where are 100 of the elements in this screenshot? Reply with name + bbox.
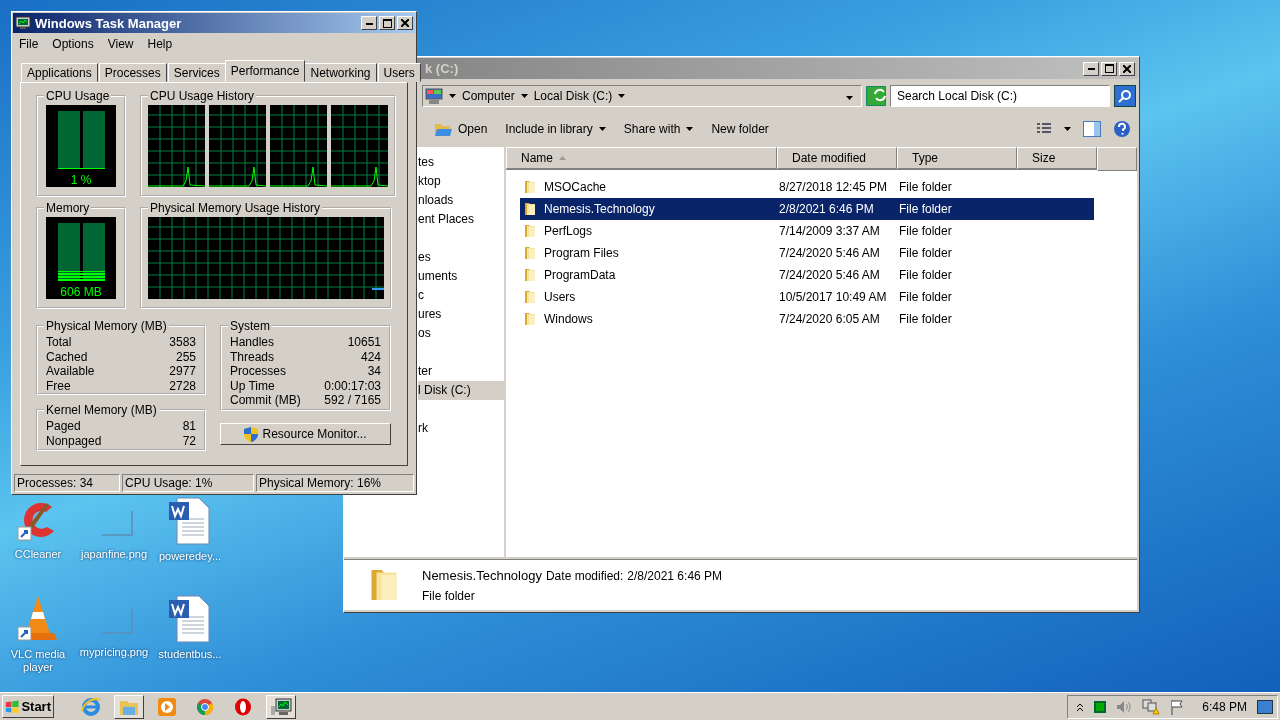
file-type: File folder xyxy=(899,246,952,260)
preview-pane-icon[interactable] xyxy=(1083,121,1101,137)
tab[interactable]: Networking xyxy=(304,63,377,82)
network-warning-icon[interactable] xyxy=(1142,698,1161,715)
nav-item[interactable]: rk xyxy=(418,419,504,438)
file-row[interactable]: MSOCache 8/27/2018 12:45 PM File folder xyxy=(520,176,1094,198)
toolbar-button[interactable]: Open xyxy=(434,121,488,137)
file-row[interactable]: Program Files 7/24/2020 5:46 AM File folder xyxy=(520,242,1094,264)
icon-label: japanfine.png xyxy=(80,548,148,561)
nav-item[interactable]: nloads xyxy=(418,191,504,210)
nav-item[interactable]: l Disk (C:) xyxy=(418,381,504,400)
breadcrumb-item[interactable]: Computer xyxy=(462,89,515,103)
menu-item[interactable]: Options xyxy=(52,37,94,53)
refresh-icon xyxy=(873,88,887,102)
meter-reading: 606 MB xyxy=(60,285,102,299)
close-button[interactable] xyxy=(1119,61,1135,76)
tab[interactable]: Applications xyxy=(21,63,98,82)
nav-item[interactable]: c xyxy=(418,286,504,305)
toolbar-button[interactable]: Share with xyxy=(623,122,694,136)
tab[interactable]: Performance xyxy=(224,60,306,82)
file-row[interactable]: Nemesis.Technology 2/8/2021 6:46 PM File folder xyxy=(520,198,1094,220)
file-type: File folder xyxy=(899,180,952,194)
nav-item[interactable]: es xyxy=(418,248,504,267)
nav-item[interactable]: ures xyxy=(418,305,504,324)
folder-icon xyxy=(522,223,538,239)
file-row[interactable]: PerfLogs 7/14/2009 3:37 AM File folder xyxy=(520,220,1094,242)
status-icon[interactable] xyxy=(1094,700,1107,713)
group-title: System xyxy=(229,319,271,333)
menu-item[interactable]: Help xyxy=(147,37,173,53)
folder-icon xyxy=(522,179,538,195)
minimize-button[interactable] xyxy=(361,16,377,30)
refresh-button[interactable] xyxy=(866,86,886,106)
nav-item[interactable]: ktop xyxy=(418,172,504,191)
opera-icon xyxy=(234,697,252,716)
stat-value: 255 xyxy=(174,349,196,364)
column-header[interactable]: Type xyxy=(897,147,1017,169)
file-date: 10/5/2017 10:49 AM xyxy=(779,290,888,304)
file-row[interactable]: Users 10/5/2017 10:49 AM File folder xyxy=(520,286,1094,308)
group-title: Memory xyxy=(45,201,91,215)
monitor-icon xyxy=(270,697,292,716)
minimize-button[interactable] xyxy=(1083,61,1099,76)
search-button[interactable] xyxy=(1114,85,1136,107)
taskbar-button[interactable] xyxy=(266,694,296,719)
tab[interactable]: Users xyxy=(377,63,421,82)
folder-icon xyxy=(522,201,538,217)
traffic-cone-icon[interactable] xyxy=(16,595,60,643)
windows-logo-icon xyxy=(5,698,20,715)
file-row[interactable]: ProgramData 7/24/2020 5:46 AM File folder xyxy=(520,264,1094,286)
maximize-button[interactable] xyxy=(379,16,395,30)
toolbar-button[interactable]: Include in library xyxy=(505,122,606,136)
close-button[interactable] xyxy=(397,16,413,30)
help-icon[interactable] xyxy=(1113,120,1131,138)
folder-icon xyxy=(522,289,538,305)
status-text: Processes: 34 xyxy=(14,474,120,492)
column-header[interactable]: Date modified xyxy=(777,147,897,169)
nav-item[interactable]: ter xyxy=(418,362,504,381)
stat-value: 592 / 7165 xyxy=(324,393,381,408)
details-name: Nemesis.Technology xyxy=(422,567,542,583)
show-desktop-icon[interactable] xyxy=(1257,699,1273,714)
view-icon[interactable] xyxy=(1036,122,1052,136)
group-title: CPU Usage History xyxy=(149,89,256,103)
stat-value: 10651 xyxy=(346,335,381,350)
nav-item[interactable]: tes xyxy=(418,153,504,172)
start-button[interactable]: Start xyxy=(2,695,54,718)
caret-icon xyxy=(1064,127,1071,131)
status-text: CPU Usage: 1% xyxy=(122,474,254,492)
toolbar-button[interactable]: New folder xyxy=(711,122,769,136)
taskbar-button[interactable] xyxy=(114,694,144,719)
menu-item[interactable]: View xyxy=(107,37,134,53)
status-text: Physical Memory: 16% xyxy=(256,474,414,492)
search-field[interactable]: Search Local Disk (C:) xyxy=(890,85,1110,107)
file-name: ProgramData xyxy=(544,268,616,282)
breadcrumb-item[interactable]: Local Disk (C:) xyxy=(533,89,613,103)
nav-item[interactable]: os xyxy=(418,324,504,343)
stat-label: Commit (MB) xyxy=(230,393,302,408)
file-date: 8/27/2018 12:45 PM xyxy=(779,180,889,194)
file-row[interactable]: Windows 7/24/2020 6:05 AM File folder xyxy=(520,308,1094,330)
resource-monitor-button[interactable]: Resource Monitor... xyxy=(220,423,391,445)
stat-value: 424 xyxy=(359,349,381,364)
maximize-button[interactable] xyxy=(1101,61,1117,76)
details-value: 2/8/2021 6:46 PM xyxy=(627,568,723,583)
search-icon xyxy=(1118,89,1132,103)
tab[interactable]: Services xyxy=(167,63,226,82)
column-header[interactable]: Name xyxy=(506,147,777,169)
nav-item[interactable]: ent Places xyxy=(418,210,504,229)
chevron-up-icon[interactable] xyxy=(1076,701,1085,712)
word-document-icon[interactable] xyxy=(168,497,212,545)
word-document-icon[interactable] xyxy=(168,595,212,643)
address-bar[interactable]: Computer Local Disk (C:) xyxy=(422,85,862,107)
file-type: File folder xyxy=(899,202,952,216)
file-date: 7/24/2020 5:46 AM xyxy=(779,268,881,282)
nav-item[interactable]: uments xyxy=(418,267,504,286)
stat-value: 0:00:17:03 xyxy=(324,378,381,393)
clock[interactable]: 6:48 PM xyxy=(1202,699,1247,714)
menu-item[interactable]: File xyxy=(19,37,39,53)
file-type: File folder xyxy=(899,312,952,326)
flag-icon[interactable] xyxy=(1170,698,1185,715)
column-header[interactable]: Size xyxy=(1017,147,1097,169)
tab[interactable]: Processes xyxy=(98,63,167,82)
caret-icon xyxy=(686,127,694,131)
